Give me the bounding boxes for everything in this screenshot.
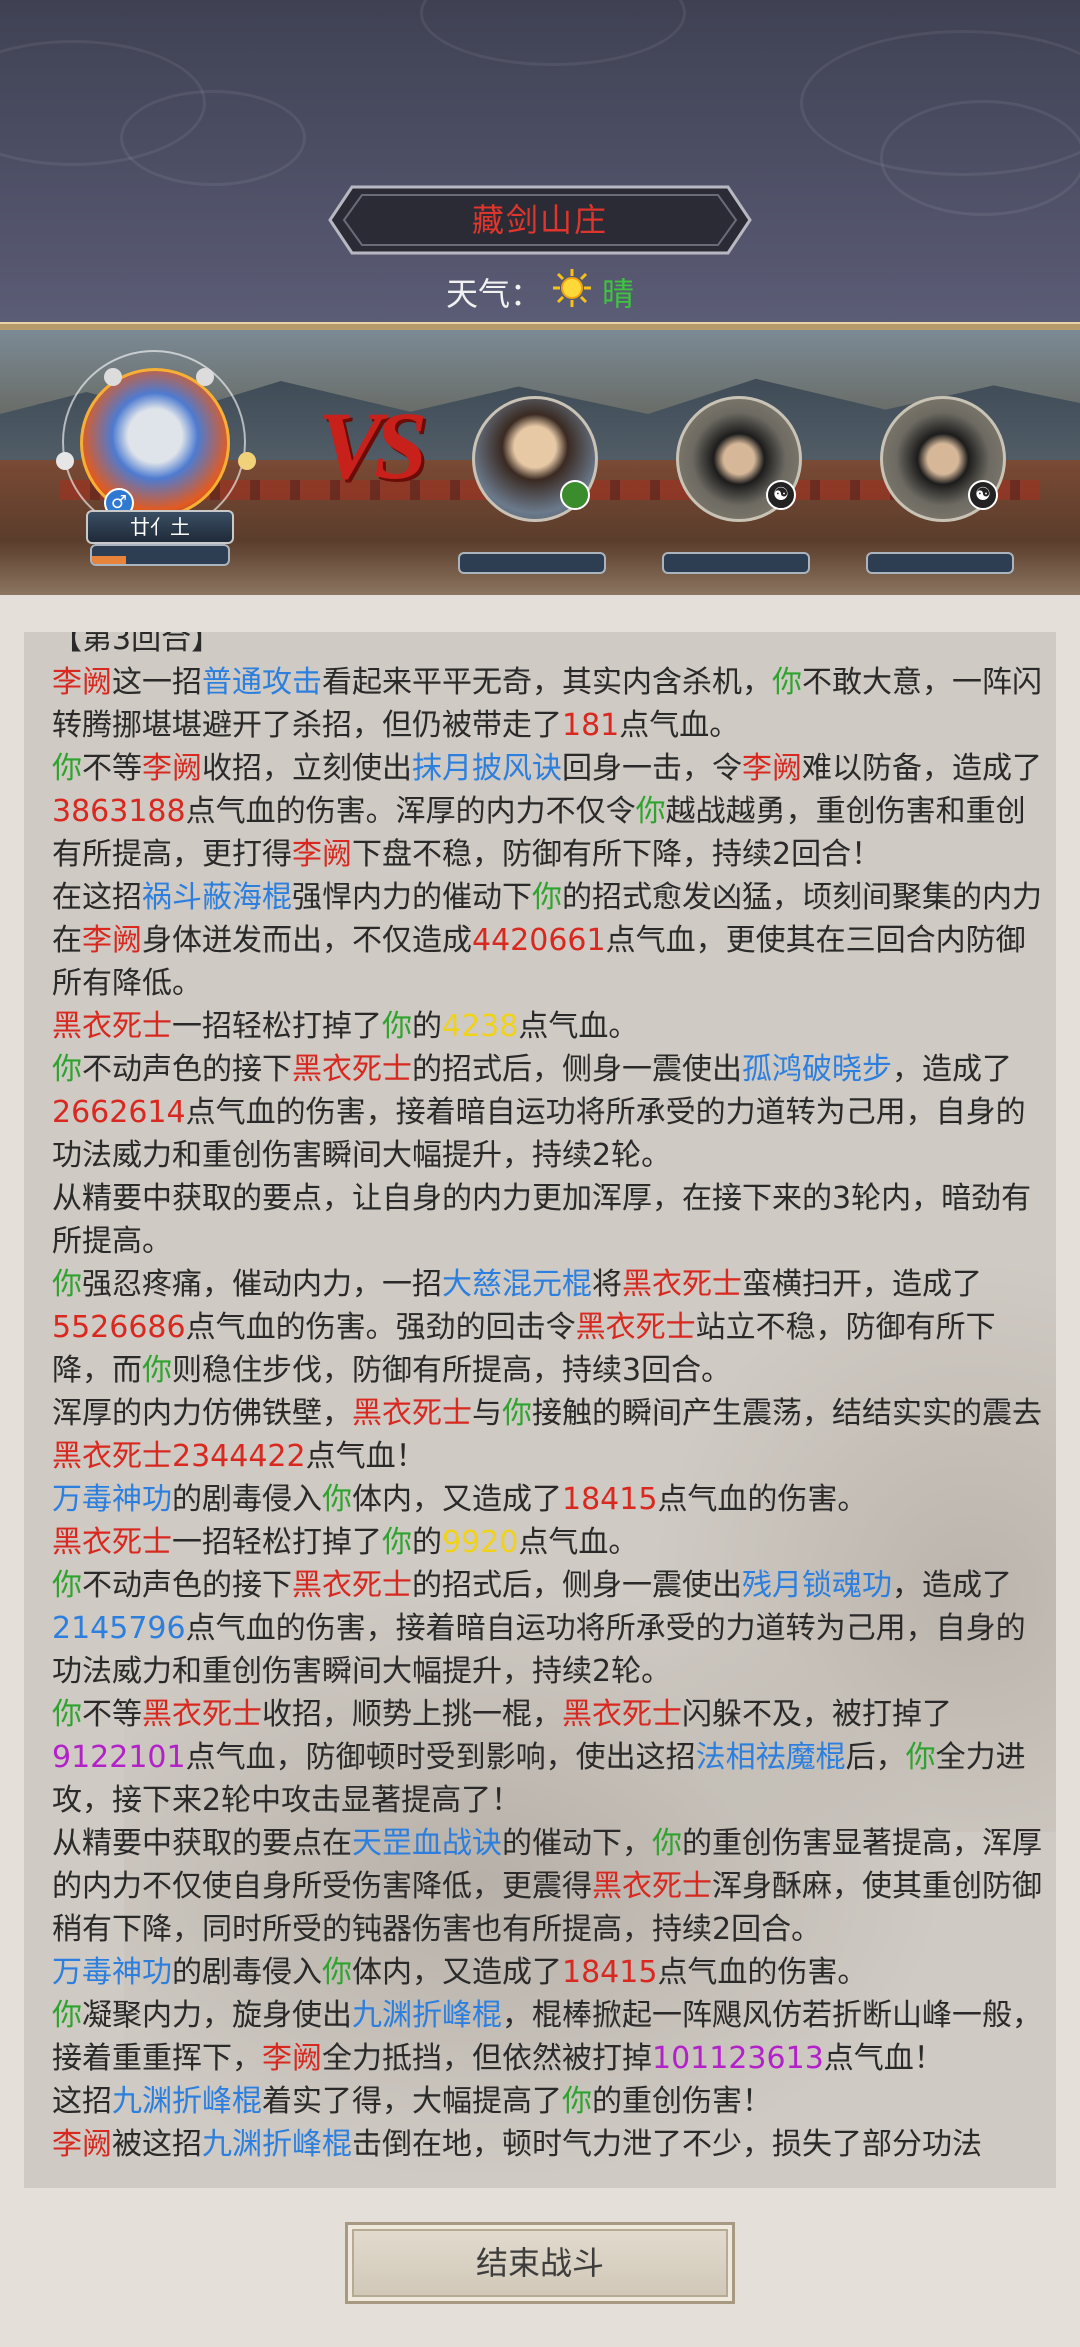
log-line: 万毒神功的剧毒侵入你体内，又造成了18415点气血的伤害。 [52,1482,868,1517]
player-name: 廿亻土 [86,510,234,544]
player-hp-fill [92,556,126,564]
top-header: 藏剑山庄 天气： 晴 [0,0,1080,322]
sword-icon [560,480,590,510]
skill-dot-icon [104,368,122,386]
log-line: 你不等李阙收招，立刻使出抹月披风诀回身一击，令李阙难以防备，造成了3863188… [52,751,1042,872]
weather-value: 晴 [602,275,635,313]
cloud-decoration [420,0,686,66]
log-line: 你凝聚内力，旋身使出九渊折峰棍，棍棒掀起一阵飓风仿若折断山峰一般，接着重重挥下，… [52,1998,1042,2076]
sun-icon [552,268,592,316]
log-line: 你不动声色的接下黑衣死士的招式后，侧身一震使出孤鸿破晓步，造成了2662614点… [52,1052,1026,1173]
log-line: 黑衣死士一招轻松打掉了你的4238点气血。 [52,1009,639,1044]
yin-yang-icon: ☯ [766,480,796,510]
skill-dot-icon [238,452,256,470]
log-line: 万毒神功的剧毒侵入你体内，又造成了18415点气血的伤害。 [52,1955,868,1990]
round-header: 【第3回合】 [52,632,222,657]
cloud-decoration [880,100,1080,216]
log-line: 从精要中获取的要点在天罡血战诀的催动下，你的重创伤害显著提高，浑厚的内力不仅使自… [52,1826,1042,1947]
enemy-hp-bar-3 [866,552,1014,574]
log-line: 这招九渊折峰棍着实了得，大幅提高了你的重创伤害！ [52,2084,772,2119]
log-line: 李阙这一招普通攻击看起来平平无奇，其实内含杀机，你不敢大意，一阵闪转腾挪堪堪避开… [52,665,1042,743]
battle-log: 【第3回合】 李阙这一招普通攻击看起来平平无奇，其实内含杀机，你不敢大意，一阵闪… [52,632,1044,2166]
weather-row: 天气： 晴 [0,262,1080,322]
weather-label: 天气： [445,275,542,313]
vs-text: VS [318,392,427,499]
cloud-decoration [120,90,306,186]
log-line: 黑衣死士一招轻松打掉了你的9920点气血。 [52,1525,639,1560]
skill-dot-icon [56,452,74,470]
battle-scene: ♂ 廿亻土 VS ☯ ☯ [0,330,1080,595]
location-plate: 藏剑山庄 [328,185,752,255]
player-hp-bar [90,544,230,566]
enemy-hp-bar-2 [662,552,810,574]
log-line: 你不等黑衣死士收招，顺势上挑一棍，黑衣死士闪躲不及，被打掉了9122101点气血… [52,1697,1026,1818]
log-line: 你不动声色的接下黑衣死士的招式后，侧身一震使出残月锁魂功，造成了2145796点… [52,1568,1026,1689]
log-line: 在这招祸斗蔽海棍强悍内力的催动下你的招式愈发凶猛，顷刻间聚集的内力在李阙身体迸发… [52,880,1042,1001]
location-name: 藏剑山庄 [471,201,608,239]
log-line: 从精要中获取的要点，让自身的内力更加浑厚，在接下来的3轮内，暗劲有所提高。 [52,1181,1032,1259]
player-avatar[interactable] [80,368,230,518]
log-line: 你强忍疼痛，催动内力，一招大慈混元棍将黑衣死士蛮横扫开，造成了5526686点气… [52,1267,996,1388]
battle-log-panel[interactable]: 【第3回合】 李阙这一招普通攻击看起来平平无奇，其实内含杀机，你不敢大意，一阵闪… [24,632,1056,2188]
header-divider [0,322,1080,330]
skill-dot-icon [196,368,214,386]
log-line: 浑厚的内力仿佛铁壁，黑衣死士与你接触的瞬间产生震荡，结结实实的震去黑衣死士234… [52,1396,1042,1474]
enemy-hp-bar-1 [458,552,606,574]
end-battle-button[interactable]: 结束战斗 [345,2222,735,2304]
yin-yang-icon: ☯ [968,480,998,510]
log-line: 李阙被这招九渊折峰棍击倒在地，顿时气力泄了不少，损失了部分功法 [52,2127,982,2162]
